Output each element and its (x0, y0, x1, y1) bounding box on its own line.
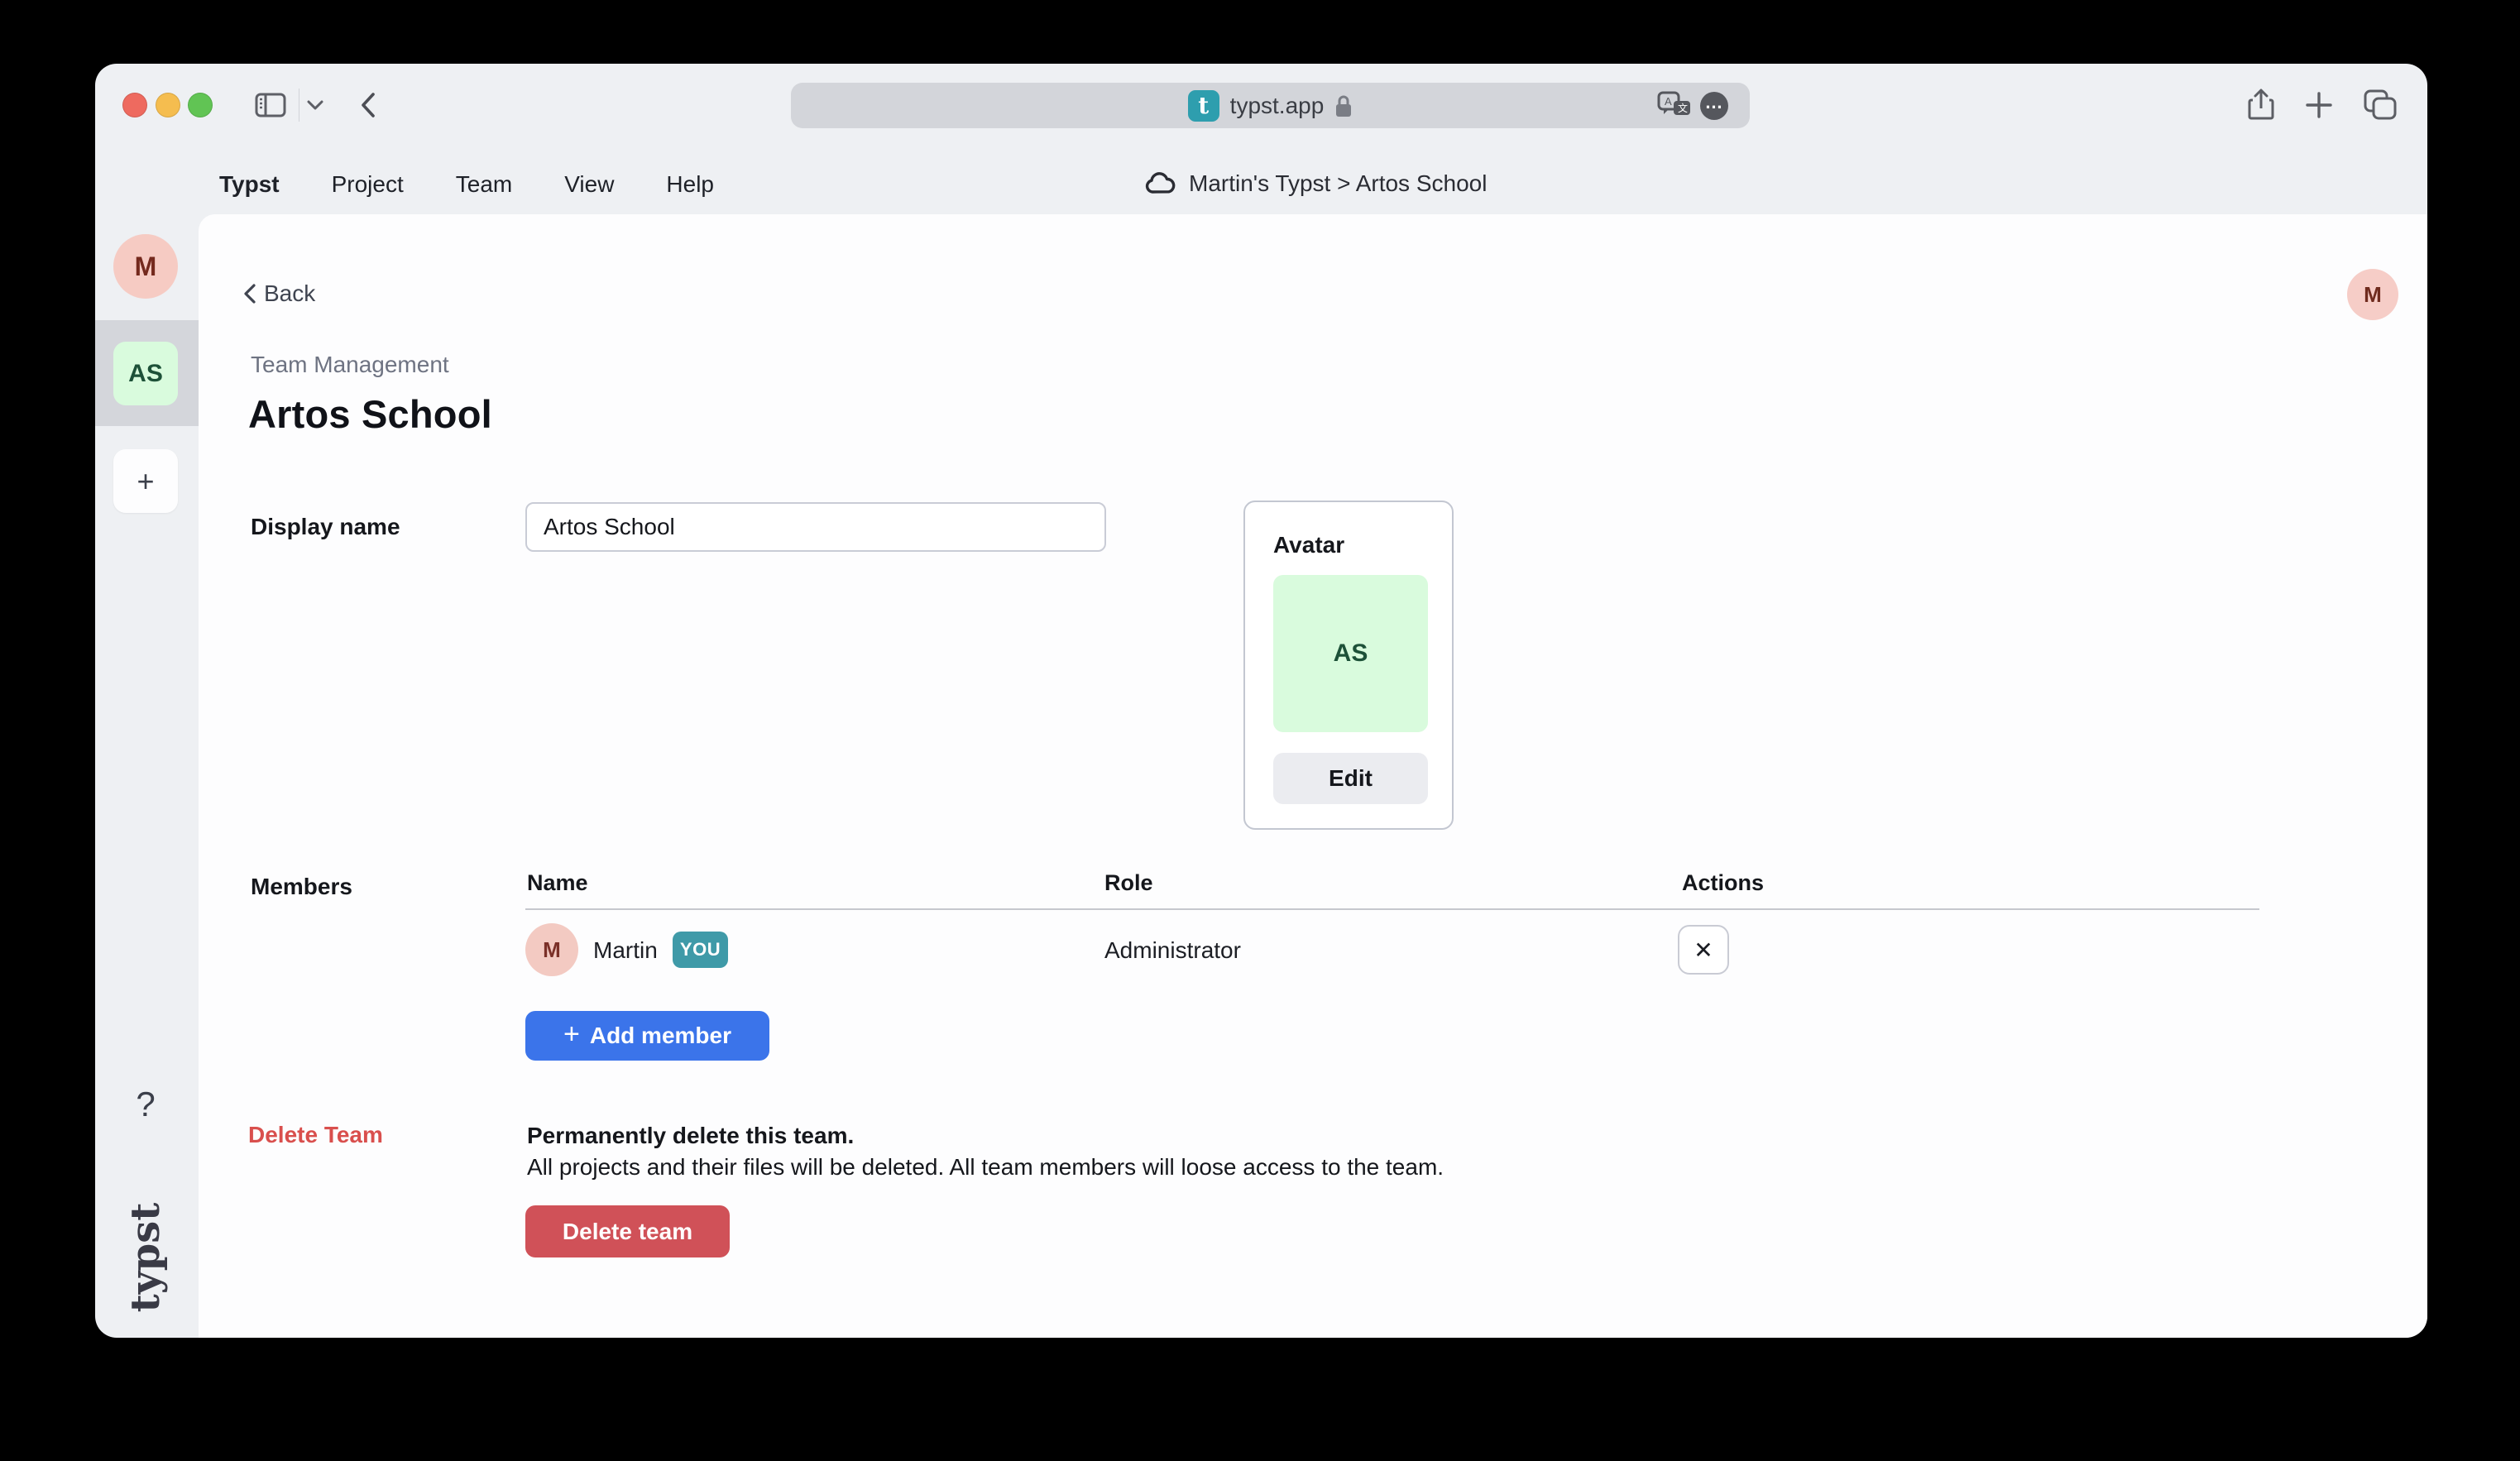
chevron-down-icon[interactable] (305, 87, 325, 123)
url-text: typst.app (1230, 93, 1325, 119)
delete-warning-title: Permanently delete this team. (527, 1123, 854, 1149)
window-minimize-button[interactable] (156, 93, 180, 117)
help-button[interactable]: ? (136, 1085, 155, 1124)
display-name-label: Display name (251, 514, 400, 540)
extensions-menu-icon[interactable]: … (1700, 92, 1728, 120)
breadcrumb[interactable]: Martin's Typst > Artos School (1144, 165, 1487, 203)
delete-warning-body: All projects and their files will be del… (527, 1154, 1444, 1181)
breadcrumb-text: Martin's Typst > Artos School (1189, 170, 1487, 197)
address-bar[interactable]: t typst.app A 文 … (791, 83, 1750, 128)
browser-window: t typst.app A 文 … (95, 64, 2427, 1338)
user-avatar[interactable]: M (2347, 269, 2398, 320)
main-content: Back M Team Management Artos School Disp… (199, 214, 2427, 1338)
sidebar-add-team-button[interactable]: + (113, 449, 178, 513)
share-icon[interactable] (2245, 87, 2278, 123)
svg-text:A: A (1665, 95, 1672, 108)
menu-team[interactable]: Team (456, 171, 512, 198)
window-close-button[interactable] (122, 93, 147, 117)
site-favicon: t (1188, 90, 1219, 122)
sidebar-toggle-icon[interactable] (254, 87, 287, 123)
you-badge: YOU (673, 932, 728, 968)
translate-extension-icon[interactable]: A 文 (1657, 91, 1692, 121)
sidebar-item-team-artos-school[interactable]: AS (113, 342, 178, 405)
window-zoom-button[interactable] (188, 93, 213, 117)
column-header-actions: Actions (1682, 870, 1764, 896)
add-member-label: Add member (590, 1023, 731, 1049)
avatar-card: Avatar AS Edit (1243, 501, 1454, 830)
member-avatar: M (525, 923, 578, 976)
sidebar-item-personal-workspace[interactable]: M (113, 234, 178, 299)
menu-help[interactable]: Help (666, 171, 714, 198)
avatar-card-label: Avatar (1273, 532, 1344, 558)
remove-member-button[interactable]: ✕ (1678, 925, 1729, 975)
members-label: Members (251, 874, 352, 900)
team-avatar-preview: AS (1273, 575, 1428, 732)
edit-avatar-button[interactable]: Edit (1273, 753, 1428, 804)
delete-team-button[interactable]: Delete team (525, 1205, 730, 1257)
column-header-name: Name (527, 870, 588, 896)
menu-typst[interactable]: Typst (219, 171, 280, 198)
add-member-button[interactable]: + Add member (525, 1011, 769, 1061)
typst-logo: typst (122, 1203, 169, 1313)
member-name: Martin (593, 937, 658, 964)
menu-view[interactable]: View (564, 171, 614, 198)
app-menubar: Typst Project Team View Help (219, 170, 714, 199)
lock-icon (1334, 93, 1353, 118)
cloud-icon (1144, 172, 1177, 195)
column-header-role: Role (1104, 870, 1153, 896)
menu-project[interactable]: Project (332, 171, 404, 198)
display-name-input[interactable] (525, 502, 1106, 552)
back-label: Back (264, 280, 315, 307)
back-button[interactable]: Back (244, 280, 315, 307)
tab-overview-icon[interactable] (2362, 87, 2398, 123)
delete-team-section-label: Delete Team (248, 1122, 383, 1148)
page-title: Artos School (248, 391, 492, 437)
section-label: Team Management (251, 352, 449, 378)
plus-icon: + (563, 1018, 580, 1051)
chevron-left-icon (244, 284, 256, 304)
new-tab-icon[interactable] (2302, 87, 2336, 123)
member-role: Administrator (1104, 937, 1241, 964)
back-navigation-icon[interactable] (356, 87, 381, 123)
table-header-divider (525, 908, 2259, 910)
svg-text:文: 文 (1678, 102, 1688, 114)
